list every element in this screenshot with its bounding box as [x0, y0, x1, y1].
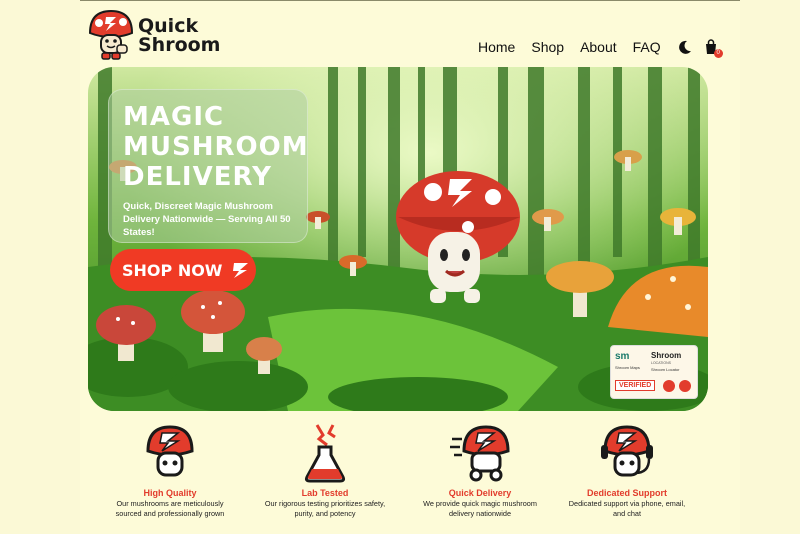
shop-now-button[interactable]: SHOP NOW	[110, 249, 256, 291]
fast-delivery-mushroom-icon	[450, 425, 510, 482]
mushroom-mascot-icon	[88, 9, 134, 60]
mushroom-shield-icon	[146, 425, 194, 477]
nav-about[interactable]: About	[580, 37, 617, 57]
shroom-locator-caption: Shroom Locator	[651, 367, 680, 372]
brand-name-line2: Shroom	[138, 34, 221, 56]
nav-home[interactable]: Home	[478, 37, 515, 57]
verified-seal-icon	[679, 380, 691, 392]
feature-title: Dedicated Support	[586, 488, 667, 498]
feature-title: Quick Delivery	[448, 488, 512, 498]
shop-now-label: SHOP NOW	[122, 260, 223, 280]
lightning-bolt-icon	[233, 263, 249, 278]
brand-name: Quick Shroom	[138, 17, 221, 55]
feature-title: Lab Tested	[301, 488, 349, 498]
feature-description: Our rigorous testing prioritizes safety,…	[264, 499, 386, 518]
nav-faq[interactable]: FAQ	[633, 37, 661, 57]
feature-title: High Quality	[143, 488, 197, 498]
hero-text-card: MAGIC MUSHROOM DELIVERY Quick, Discreet …	[108, 89, 308, 243]
cart-count-badge: 0	[713, 49, 723, 58]
shroom-maps-caption: Shroom Maps	[615, 365, 640, 370]
moon-icon[interactable]	[677, 39, 693, 55]
hero-banner: MAGIC MUSHROOM DELIVERY Quick, Discreet …	[88, 67, 708, 411]
feature-high-quality: High Quality Our mushrooms are meticulou…	[95, 421, 245, 519]
shroom-locator-logo: Shroom	[651, 351, 682, 360]
cart-button[interactable]: 0	[703, 39, 723, 58]
feature-dedicated-support: Dedicated Support Dedicated support via …	[552, 421, 702, 519]
feature-description: We provide quick magic mushroom delivery…	[423, 499, 537, 518]
features-row: High Quality Our mushrooms are meticulou…	[80, 421, 740, 531]
verified-label: VERIFIED	[615, 380, 656, 391]
feature-description: Our mushrooms are meticulously sourced a…	[115, 499, 225, 518]
feature-description: Dedicated support via phone, email, and …	[568, 499, 686, 518]
feature-lab-tested: Lab Tested Our rigorous testing prioriti…	[250, 421, 400, 519]
feature-quick-delivery: Quick Delivery We provide quick magic mu…	[405, 421, 555, 519]
nav-shop[interactable]: Shop	[531, 37, 564, 57]
shroom-maps-logo: sm	[615, 351, 630, 362]
shroom-locator-tagline: LOCATIONS	[651, 361, 671, 365]
hero-title: MAGIC MUSHROOM DELIVERY	[123, 102, 309, 192]
verified-badge[interactable]: sm Shroom Maps Shroom LOCATIONS Shroom L…	[610, 345, 698, 399]
lab-flask-icon	[304, 424, 346, 483]
site-logo[interactable]: Quick Shroom	[86, 7, 221, 63]
headset-support-icon	[601, 425, 653, 477]
verified-seal-icon	[663, 380, 675, 392]
page: Quick Shroom Home Shop About FAQ 0 MAGIC…	[80, 0, 740, 534]
main-nav: Home Shop About FAQ 0	[478, 37, 723, 58]
hero-subtitle: Quick, Discreet Magic Mushroom Delivery …	[123, 201, 291, 238]
